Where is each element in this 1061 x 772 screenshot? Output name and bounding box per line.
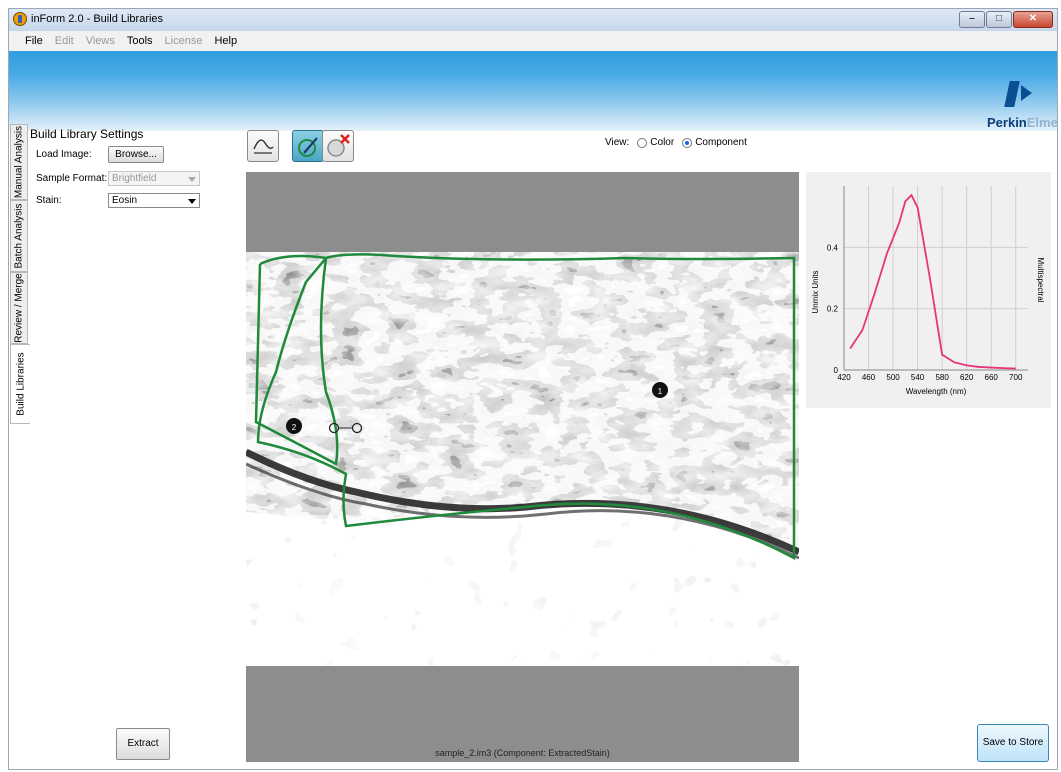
chart-right-label: Multispectral (1036, 258, 1045, 303)
menu-tools[interactable]: Tools (127, 35, 153, 47)
tab-manual-analysis-label: Manual Analysis (13, 125, 25, 199)
save-to-store-button[interactable]: Save to Store (977, 724, 1049, 762)
logo-text-part1: Perkin (987, 115, 1027, 130)
load-image-label: Load Image: (36, 149, 92, 160)
app-icon (13, 12, 27, 26)
tab-build-libraries-label: Build Libraries (15, 352, 26, 416)
x-tick-label: 500 (886, 373, 900, 382)
x-tick-label: 700 (1009, 373, 1023, 382)
close-icon: ✕ (1028, 13, 1038, 24)
window-title: inForm 2.0 - Build Libraries (31, 13, 164, 25)
tab-review-merge[interactable]: Review / Merge (10, 272, 28, 344)
minimize-button[interactable]: – (959, 11, 985, 28)
x-tick-label: 460 (862, 373, 876, 382)
menu-views[interactable]: Views (86, 35, 115, 47)
x-tick-label: 540 (911, 373, 925, 382)
erase-region-icon (327, 134, 350, 157)
x-tick-label: 420 (837, 373, 851, 382)
sample-format-value: Brightfield (112, 173, 157, 184)
build-library-settings: Build Library Settings Load Image: Brows… (28, 124, 208, 760)
vertical-tab-strip: Manual Analysis Batch Analysis Review / … (0, 124, 30, 424)
y-tick-label: 0 (834, 366, 839, 375)
draw-region-button[interactable] (292, 130, 324, 162)
tissue-image: 1 2 (246, 252, 799, 666)
marker-1-label: 1 (658, 387, 663, 396)
maximize-button[interactable]: □ (986, 11, 1012, 28)
window-controls: – □ ✕ (959, 11, 1053, 28)
spectrum-curve-icon (253, 139, 274, 154)
close-button[interactable]: ✕ (1013, 11, 1053, 28)
title-bar: inForm 2.0 - Build Libraries – □ ✕ (9, 9, 1057, 31)
view-label: View: (605, 137, 630, 148)
logo-text-part2: Elmer (1026, 115, 1057, 130)
logo-mark-icon (1004, 81, 1020, 107)
tab-batch-analysis-label: Batch Analysis (13, 203, 25, 269)
x-tick-label: 620 (960, 373, 974, 382)
logo-text: PerkinElmer (987, 115, 1057, 130)
spectrum-tool-button[interactable] (247, 130, 279, 162)
chevron-down-icon (188, 199, 196, 204)
chart-xlabel: Wavelength (nm) (906, 387, 967, 396)
tab-batch-analysis[interactable]: Batch Analysis (10, 200, 28, 272)
x-tick-label: 660 (985, 373, 999, 382)
spectrum-chart-svg: 420 460 500 540 580 620 660 700 0 0.2 0.4 Waveleng… (811, 186, 1045, 396)
menu-bar: File Edit Views Tools License Help (9, 31, 1057, 51)
stain-value: Eosin (112, 195, 138, 206)
extract-button[interactable]: Extract (116, 728, 170, 760)
draw-region-icon (298, 137, 318, 157)
marker-2-label: 2 (292, 423, 297, 432)
y-tick-label: 0.2 (827, 305, 839, 314)
menu-license[interactable]: License (165, 35, 203, 47)
logo-arrow-icon (1021, 85, 1032, 101)
tab-review-merge-label: Review / Merge (13, 273, 25, 343)
sample-format-label: Sample Format: (36, 173, 108, 184)
browse-button[interactable]: Browse... (108, 146, 164, 163)
maximize-icon: □ (995, 13, 1003, 24)
stain-select[interactable]: Eosin (108, 193, 200, 208)
image-viewer[interactable]: 1 2 sample_2.im3 (Component: ExtractedSt… (246, 172, 799, 762)
y-tick-label: 0.4 (827, 243, 839, 252)
minimize-icon: – (969, 13, 975, 24)
perkinelmer-logo: PerkinElmer (985, 81, 1057, 131)
tab-manual-analysis[interactable]: Manual Analysis (10, 124, 28, 200)
menu-help[interactable]: Help (214, 35, 237, 47)
chart-ticks: 420 460 500 540 580 620 660 700 0 0.2 0.4 (827, 243, 1023, 382)
menu-edit[interactable]: Edit (55, 35, 74, 47)
header-banner: PerkinElmer (9, 51, 1057, 131)
image-caption: sample_2.im3 (Component: ExtractedStain) (435, 748, 610, 758)
sample-format-select[interactable]: Brightfield (108, 171, 200, 186)
view-selector: View: Color Component (605, 137, 747, 148)
settings-title: Build Library Settings (30, 127, 144, 141)
chart-ylabel: Unmix Units (811, 270, 820, 313)
chevron-down-icon (188, 177, 196, 182)
spectrum-chart: 420 460 500 540 580 620 660 700 0 0.2 0.4 Waveleng… (806, 172, 1051, 408)
chart-grid (843, 186, 1028, 371)
view-component-label[interactable]: Component (695, 137, 747, 148)
menu-file[interactable]: File (25, 35, 43, 47)
view-component-radio[interactable] (682, 137, 693, 148)
erase-region-button[interactable] (322, 130, 354, 162)
view-color-radio[interactable] (637, 137, 648, 148)
stain-label: Stain: (36, 195, 62, 206)
tab-build-libraries[interactable]: Build Libraries (10, 344, 30, 424)
view-color-label[interactable]: Color (650, 137, 674, 148)
x-tick-label: 580 (935, 373, 949, 382)
